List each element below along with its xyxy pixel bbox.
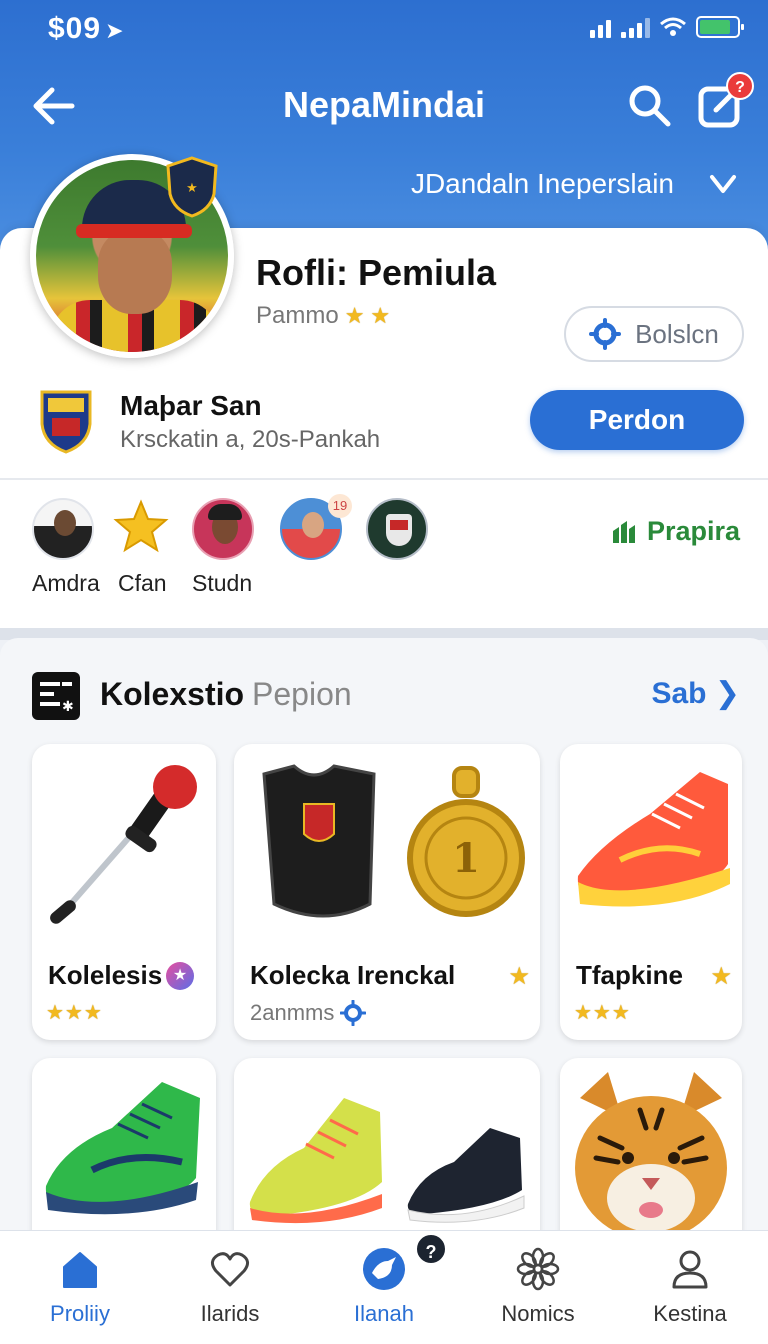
nav-label: Nomics xyxy=(501,1301,575,1326)
follower-label: Cfan xyxy=(118,570,167,596)
status-icons xyxy=(590,16,744,38)
profile-subtitle-text: Pammo xyxy=(256,302,339,329)
nav-tab-favorites[interactable]: Ilarids xyxy=(160,1247,300,1327)
follower-label: Studn xyxy=(192,570,253,596)
newspaper-icon: ✱ xyxy=(32,672,80,720)
svg-text:1: 1 xyxy=(452,835,480,882)
wifi-icon xyxy=(660,17,686,36)
person-avatar xyxy=(32,498,94,560)
follower-item[interactable] xyxy=(192,498,254,560)
microphone-image xyxy=(50,765,197,924)
star-icon xyxy=(113,499,169,553)
profile-name: Rofli: Pemiula xyxy=(256,252,497,293)
card-rating: ★★★ xyxy=(46,1002,103,1024)
chart-icon xyxy=(612,520,635,543)
rating-star-icon: ★ xyxy=(344,303,365,328)
follower-item[interactable]: 19 xyxy=(280,494,352,560)
tiger-image xyxy=(575,1072,727,1240)
compass-icon xyxy=(589,318,622,350)
card-title: Kolelesis xyxy=(48,960,163,990)
prapira-link-label: Prapira xyxy=(646,516,740,546)
nav-badge: ? xyxy=(414,1232,448,1266)
signal-icon-secondary xyxy=(621,16,650,38)
home-icon xyxy=(63,1252,97,1288)
collection-card[interactable] xyxy=(234,1058,540,1258)
follower-item[interactable] xyxy=(366,498,428,560)
subheader-text: JDandaln Ineperslain xyxy=(410,168,674,199)
club-detail: Krsckatin a, 20s-Pankah xyxy=(120,426,381,453)
card-subtitle: 2anmms xyxy=(250,1000,367,1026)
notification-badge: ? xyxy=(726,72,754,100)
follower-item[interactable] xyxy=(112,498,170,561)
status-time: $09 ➤ xyxy=(48,12,125,46)
nav-label: Ilanah xyxy=(354,1301,414,1326)
shield-badge-icon: ★ xyxy=(166,156,218,218)
collection-title: Kolexstio Pepion xyxy=(100,676,352,713)
nav-bar: NepaMindai ? xyxy=(0,70,768,140)
signal-icon xyxy=(590,16,611,38)
sneakers-image xyxy=(249,1098,525,1224)
collection-card[interactable]: Tfapkine ★ ★★★ xyxy=(560,744,742,1040)
favorite-star-icon: ★ xyxy=(508,963,530,990)
collection-title-suffix: Pepion xyxy=(252,676,352,712)
status-time-text: $09 xyxy=(48,12,102,45)
secondary-action-label: Bolslcn xyxy=(635,318,719,349)
compose-button[interactable]: ? xyxy=(696,72,754,130)
orange-sneaker-image xyxy=(577,772,730,907)
svg-text:★: ★ xyxy=(186,181,198,196)
chevron-right-icon: ❯ xyxy=(714,677,740,710)
bird-icon xyxy=(363,1248,405,1290)
primary-action-button[interactable]: Perdon xyxy=(530,390,744,450)
nav-label: Proliiy xyxy=(50,1301,110,1326)
person-avatar xyxy=(192,498,254,560)
collection-card[interactable]: Kolelesis ★ ★★★ xyxy=(32,744,216,1040)
club-crest-avatar xyxy=(366,498,428,560)
follower-item[interactable] xyxy=(32,498,94,560)
nav-label: Ilarids xyxy=(200,1301,260,1326)
secondary-action-button[interactable]: Bolslcn xyxy=(564,306,744,362)
see-all-link[interactable]: Sab ❯ xyxy=(651,676,740,711)
prapira-link[interactable]: Prapira xyxy=(609,516,740,547)
nav-tab-profile[interactable]: Proliiy xyxy=(10,1247,150,1327)
subheader-dropdown[interactable]: JDandaln Ineperslain xyxy=(411,168,738,200)
card-title: Tfapkine xyxy=(576,960,683,990)
battery-icon xyxy=(696,16,744,38)
bottom-navigation: Proliiy Ilarids Ilanah Nomics Kestina xyxy=(0,1230,768,1344)
see-all-label: Sab xyxy=(651,677,707,710)
club-name: Maþar San xyxy=(120,390,262,421)
gem-icon: ★ xyxy=(166,962,194,990)
profile-subtitle: Pammo ★ ★ xyxy=(256,302,390,330)
collection-title-text: Kolexstio xyxy=(100,676,245,712)
nav-tab-account[interactable]: Kestina xyxy=(620,1247,760,1327)
search-icon[interactable] xyxy=(626,82,672,128)
card-subtitle-text: 2anmms xyxy=(250,1000,335,1025)
location-arrow-icon: ➤ xyxy=(105,18,125,43)
follower-label: Amdra xyxy=(32,570,100,596)
collection-card[interactable]: 1 Kolecka Irenckal ★ 2anmms xyxy=(234,744,540,1040)
status-bar: $09 ➤ xyxy=(0,8,768,48)
rating-star-icon: ★ xyxy=(370,303,391,328)
user-icon xyxy=(672,1250,708,1289)
chevron-down-icon xyxy=(710,175,736,193)
compass-icon xyxy=(340,1000,367,1026)
club-crest-icon xyxy=(40,390,92,454)
collection-card[interactable] xyxy=(560,1058,742,1258)
follower-badge: 19 xyxy=(328,494,352,518)
nav-tab-nomics[interactable]: Nomics xyxy=(468,1247,608,1327)
card-title: Kolecka Irenckal xyxy=(250,960,456,990)
followers-row: Amdra Cfan Studn 19 Prapira xyxy=(0,480,768,628)
heart-icon xyxy=(211,1252,249,1287)
nav-label: Kestina xyxy=(653,1301,727,1326)
vest-and-medal-image: 1 xyxy=(262,764,525,918)
collection-card[interactable] xyxy=(32,1058,216,1258)
green-sneaker-image xyxy=(45,1082,200,1215)
card-rating: ★★★ xyxy=(574,1002,631,1024)
favorite-star-icon: ★ xyxy=(710,963,732,990)
flower-icon xyxy=(516,1247,560,1291)
